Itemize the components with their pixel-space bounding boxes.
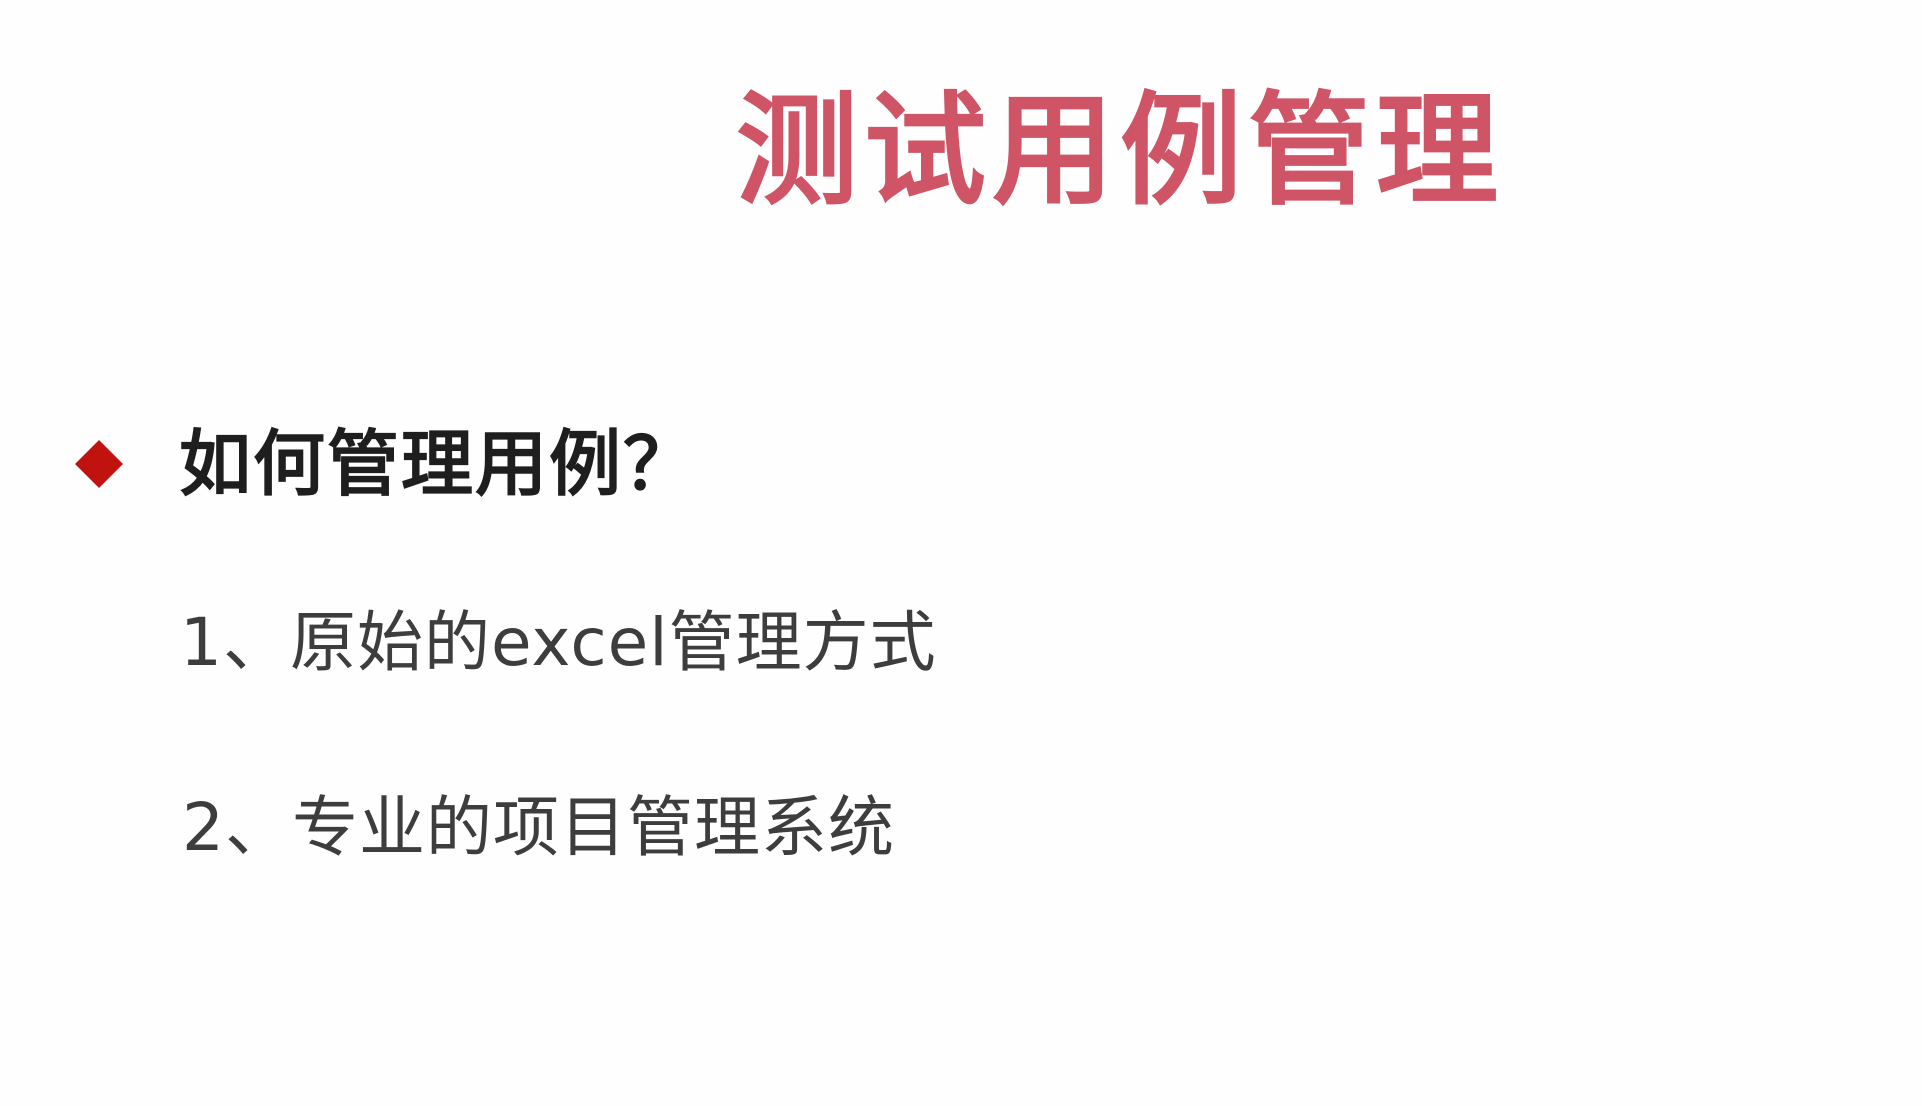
bullet-question: 如何管理用例？ — [179, 422, 698, 506]
list-item-system: 2、专业的项目管理系统 — [182, 789, 895, 866]
bullet-heading: 如何管理用例？ — [75, 428, 697, 500]
slide: 测试用例管理 如何管理用例？ 1、原始的excel管理方式 2、专业的项目管理系… — [0, 0, 1922, 1106]
slide-title: 测试用例管理 — [736, 80, 1504, 222]
list-item-excel: 1、原始的excel管理方式 — [180, 604, 937, 681]
diamond-bullet-icon — [75, 440, 123, 488]
